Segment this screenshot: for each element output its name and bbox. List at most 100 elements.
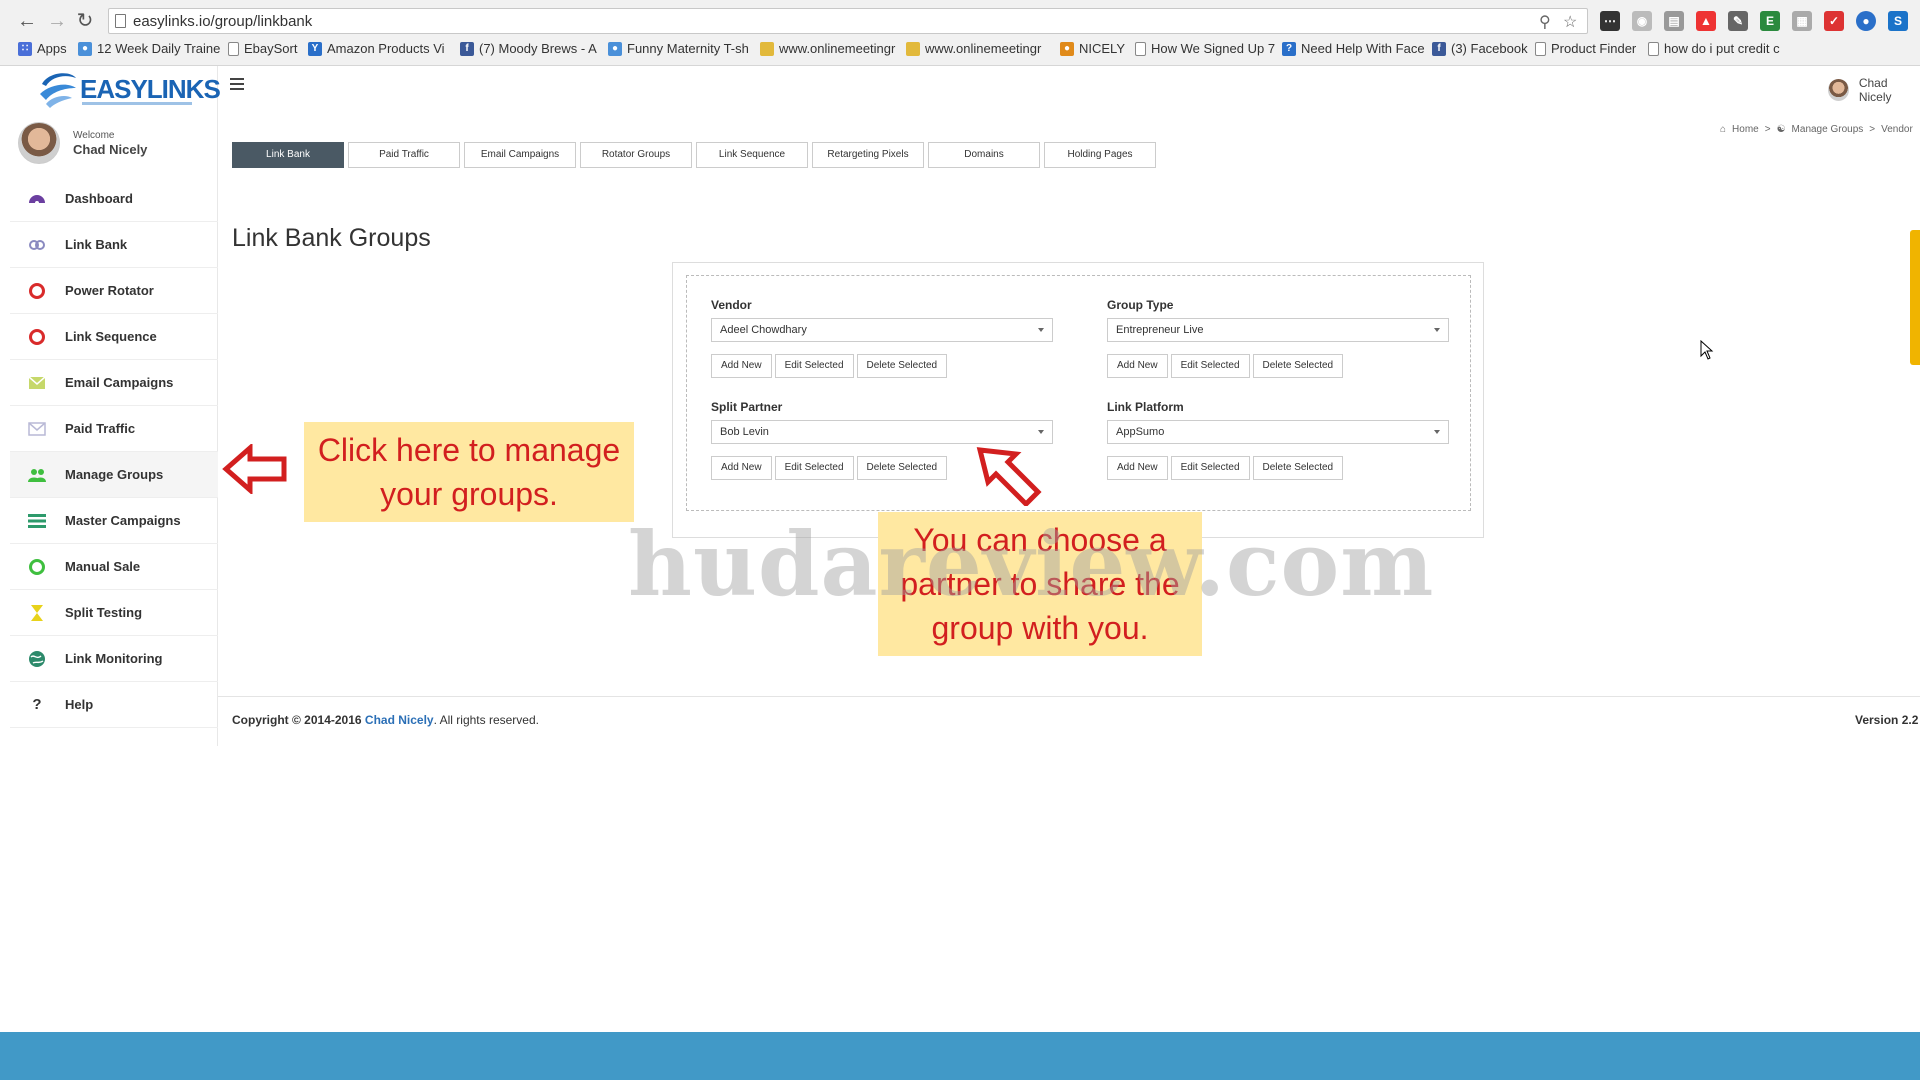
- bookmark-item[interactable]: f (7) Moody Brews - A: [460, 41, 597, 56]
- extension-icon[interactable]: ◉: [1632, 11, 1652, 31]
- bookmark-icon: ●: [608, 41, 622, 56]
- sidebar-item-paid-traffic[interactable]: Paid Traffic: [10, 406, 218, 452]
- bookmark-item[interactable]: ● Funny Maternity T-sh: [608, 41, 749, 56]
- bookmark-item[interactable]: ? Need Help With Face: [1282, 41, 1425, 56]
- back-arrow-icon[interactable]: ←: [14, 8, 40, 34]
- vendor-add-button[interactable]: Add New: [711, 354, 772, 378]
- avatar: [18, 122, 60, 164]
- evernote-icon[interactable]: E: [1760, 11, 1780, 31]
- tab-link-sequence[interactable]: Link Sequence: [696, 142, 808, 168]
- bookmark-item[interactable]: www.onlinemeetingr: [760, 41, 895, 56]
- question-icon: ?: [32, 696, 42, 713]
- link-platform-add-button[interactable]: Add New: [1107, 456, 1168, 480]
- hamburger-menu-icon[interactable]: [230, 78, 244, 90]
- search-icon[interactable]: ⚲: [1539, 12, 1551, 32]
- caret-down-icon: [1434, 430, 1440, 434]
- mouse-cursor-icon: [1700, 340, 1714, 360]
- menu-icon[interactable]: ≡: [1914, 11, 1920, 31]
- sidebar-item-master-campaigns[interactable]: Master Campaigns: [10, 498, 218, 544]
- extension-icon[interactable]: ⋯: [1600, 11, 1620, 31]
- easylinks-logo[interactable]: EASYLINKS: [36, 68, 221, 110]
- bookmark-item[interactable]: EbaySort: [228, 41, 297, 56]
- tab-paid-traffic[interactable]: Paid Traffic: [348, 142, 460, 168]
- bookmark-item[interactable]: Product Finder: [1535, 41, 1636, 56]
- vendor-field: Vendor Adeel Chowdhary Add New Edit Sele…: [711, 298, 1053, 378]
- bookmark-item[interactable]: ● NICELY: [1060, 41, 1125, 56]
- bookmark-item[interactable]: how do i put credit c: [1648, 41, 1780, 56]
- users-icon: [28, 466, 46, 484]
- tab-holding-pages[interactable]: Holding Pages: [1044, 142, 1156, 168]
- breadcrumb-section[interactable]: Manage Groups: [1792, 124, 1864, 135]
- groups-panel: Vendor Adeel Chowdhary Add New Edit Sele…: [672, 262, 1484, 538]
- folder-icon: [906, 41, 920, 56]
- sidebar-item-manage-groups[interactable]: Manage Groups: [10, 452, 218, 498]
- pdf-icon[interactable]: ✓: [1824, 11, 1844, 31]
- link-platform-delete-button[interactable]: Delete Selected: [1252, 456, 1344, 480]
- split-partner-delete-button[interactable]: Delete Selected: [856, 456, 948, 480]
- watermark: hudareview.com: [628, 512, 1435, 616]
- bookmark-item[interactable]: ● 12 Week Daily Traine: [78, 41, 220, 56]
- bookmark-label: (3) Facebook: [1451, 41, 1528, 56]
- link-platform-select[interactable]: AppSumo: [1107, 420, 1449, 444]
- cart-icon[interactable]: ▲: [1696, 11, 1716, 31]
- bookmark-label: Need Help With Face: [1301, 41, 1425, 56]
- sidebar-item-manual-sale[interactable]: Manual Sale: [10, 544, 218, 590]
- vendor-delete-button[interactable]: Delete Selected: [856, 354, 948, 378]
- envelope-outline-icon: [28, 420, 46, 438]
- extension-icon[interactable]: ●: [1856, 11, 1876, 31]
- extension-icon[interactable]: S: [1888, 11, 1908, 31]
- split-partner-edit-button[interactable]: Edit Selected: [774, 456, 854, 480]
- bookmark-item[interactable]: ∷ Apps: [18, 41, 67, 56]
- callout-line: your groups.: [380, 476, 558, 512]
- pen-icon[interactable]: ✎: [1728, 11, 1748, 31]
- copyright-text: Copyright © 2014-2016: [232, 713, 362, 727]
- bookmark-item[interactable]: www.onlinemeetingr: [906, 41, 1041, 56]
- page-icon: [1648, 41, 1659, 56]
- user-name: Chad Nicely: [73, 142, 148, 157]
- tab-email-campaigns[interactable]: Email Campaigns: [464, 142, 576, 168]
- vendor-select[interactable]: Adeel Chowdhary: [711, 318, 1053, 342]
- sidebar-item-label: Dashboard: [65, 191, 133, 206]
- tab-domains[interactable]: Domains: [928, 142, 1040, 168]
- tab-link-bank[interactable]: Link Bank: [232, 142, 344, 168]
- sidebar-item-help[interactable]: ? Help: [10, 682, 218, 728]
- bookmark-item[interactable]: Y Amazon Products Vi: [308, 41, 445, 56]
- bookmark-label: NICELY: [1079, 41, 1125, 56]
- extension-icon[interactable]: ▤: [1664, 11, 1684, 31]
- group-type-actions: Add New Edit Selected Delete Selected: [1107, 354, 1449, 378]
- top-user-menu[interactable]: Chad Nicely: [1828, 76, 1920, 104]
- page-icon: [228, 41, 239, 56]
- group-type-select[interactable]: Entrepreneur Live: [1107, 318, 1449, 342]
- sidebar-item-link-sequence[interactable]: Link Sequence: [10, 314, 218, 360]
- sidebar-item-dashboard[interactable]: Dashboard: [10, 176, 218, 222]
- group-type-delete-button[interactable]: Delete Selected: [1252, 354, 1344, 378]
- link-platform-edit-button[interactable]: Edit Selected: [1170, 456, 1250, 480]
- feedback-tab[interactable]: [1910, 230, 1920, 365]
- sidebar-item-split-testing[interactable]: Split Testing: [10, 590, 218, 636]
- sidebar-item-link-bank[interactable]: Link Bank: [10, 222, 218, 268]
- folder-icon: [760, 41, 774, 56]
- star-icon[interactable]: ☆: [1563, 12, 1577, 32]
- split-partner-select[interactable]: Bob Levin: [711, 420, 1053, 444]
- vendor-edit-button[interactable]: Edit Selected: [774, 354, 854, 378]
- split-partner-add-button[interactable]: Add New: [711, 456, 772, 480]
- tab-retargeting-pixels[interactable]: Retargeting Pixels: [812, 142, 924, 168]
- sidebar-item-email-campaigns[interactable]: Email Campaigns: [10, 360, 218, 406]
- address-bar[interactable]: easylinks.io/group/linkbank ⚲ ☆: [108, 8, 1588, 34]
- tab-rotator-groups[interactable]: Rotator Groups: [580, 142, 692, 168]
- bookmark-item[interactable]: f (3) Facebook: [1432, 41, 1528, 56]
- sidebar-item-link-monitoring[interactable]: Link Monitoring: [10, 636, 218, 682]
- sidebar-item-power-rotator[interactable]: Power Rotator: [10, 268, 218, 314]
- arrow-left-icon: [222, 444, 287, 494]
- author-link[interactable]: Chad Nicely: [365, 713, 434, 727]
- breadcrumb: ⌂ Home > ☯ Manage Groups > Vendor: [1720, 124, 1913, 135]
- reload-icon[interactable]: ↻: [72, 8, 98, 34]
- group-type-edit-button[interactable]: Edit Selected: [1170, 354, 1250, 378]
- sidebar-item-label: Manual Sale: [65, 559, 141, 574]
- bookmark-item[interactable]: How We Signed Up 7: [1135, 41, 1275, 56]
- page-icon: [115, 14, 126, 28]
- extension-icon[interactable]: ▦: [1792, 11, 1812, 31]
- group-type-add-button[interactable]: Add New: [1107, 354, 1168, 378]
- forward-arrow-icon[interactable]: →: [44, 8, 70, 34]
- breadcrumb-home[interactable]: Home: [1732, 124, 1759, 135]
